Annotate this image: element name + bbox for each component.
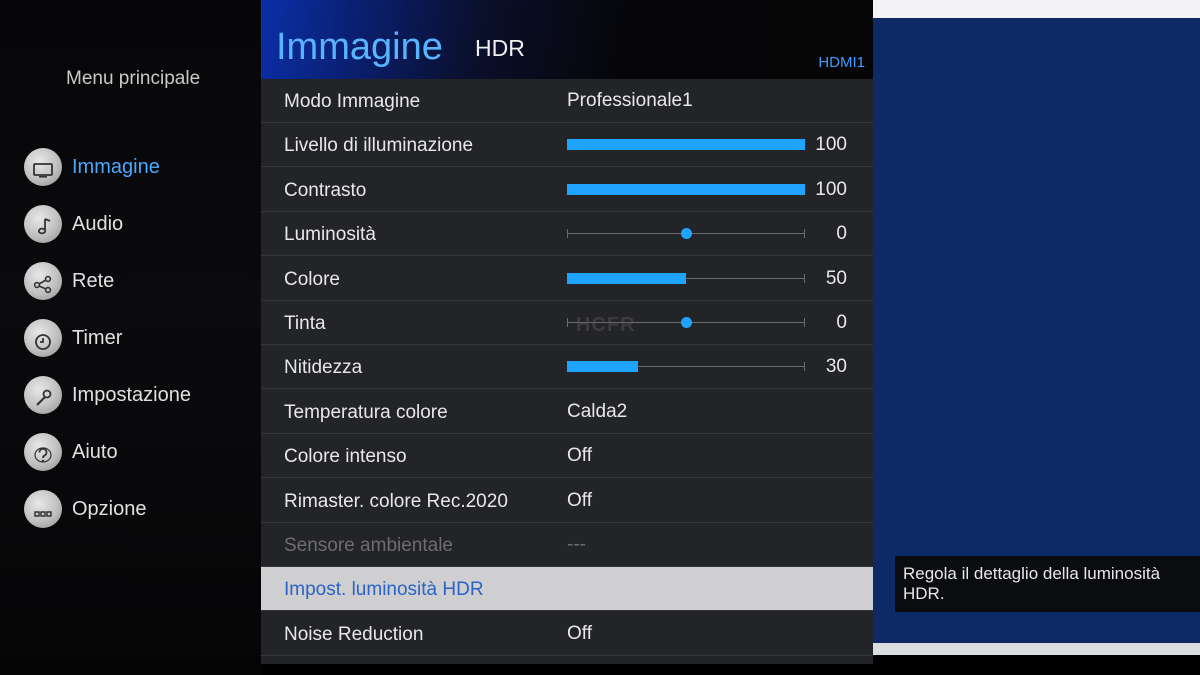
setting-row[interactable]: Temperatura colore Calda2 <box>261 390 873 434</box>
setting-value: Calda2 <box>567 401 628 422</box>
main-menu-item-timer[interactable]: Timer <box>24 318 122 358</box>
main-menu-item-label: Rete <box>72 269 115 292</box>
setting-slider[interactable] <box>567 228 805 239</box>
slider-knob[interactable] <box>681 228 692 239</box>
main-menu-item-label: Opzione <box>72 497 147 520</box>
main-menu-item-opzione[interactable]: Opzione <box>24 489 147 529</box>
setting-value: --- <box>567 534 586 555</box>
setting-value-number: 0 <box>836 312 847 333</box>
main-menu-item-label: Impostazione <box>72 383 191 406</box>
main-menu-item-immagine[interactable]: Immagine <box>24 147 160 187</box>
setting-label: Noise Reduction <box>284 624 424 645</box>
main-menu-item-aiuto[interactable]: Aiuto <box>24 432 118 472</box>
music-note-icon <box>24 205 62 243</box>
wrench-icon <box>24 376 62 414</box>
slider-fill <box>567 139 805 150</box>
preview-taskbar <box>873 643 1200 655</box>
options-dots-icon <box>24 490 62 528</box>
slider-track-start <box>567 318 568 327</box>
setting-label: Temperatura colore <box>284 402 448 423</box>
main-menu: Menu principale Immagine Audio Rete Timer Im… <box>0 0 262 675</box>
tv-icon <box>24 148 62 186</box>
slider-fill <box>567 273 686 284</box>
panel-subtitle: HDR <box>475 35 525 61</box>
help-icon <box>24 433 62 471</box>
setting-row[interactable]: Impost. luminosità HDR <box>261 567 873 611</box>
slider-track-end <box>804 362 805 371</box>
setting-value-number: 50 <box>825 268 847 289</box>
setting-label: Rimaster. colore Rec.2020 <box>284 491 508 512</box>
setting-value: Off <box>567 623 592 644</box>
slider-fill <box>567 361 639 372</box>
main-menu-item-impostazione[interactable]: Impostazione <box>24 375 191 415</box>
help-tooltip: Regola il dettaglio della luminosità HDR… <box>895 556 1200 612</box>
setting-row[interactable]: Tinta 0 <box>261 301 873 345</box>
setting-value-number: 30 <box>825 356 847 377</box>
setting-row[interactable]: Nitidezza 30 <box>261 345 873 389</box>
setting-row[interactable]: Rimaster. colore Rec.2020 Off <box>261 479 873 523</box>
setting-row[interactable]: Livello di illuminazione 100 <box>261 123 873 167</box>
setting-label: Livello di illuminazione <box>284 135 474 156</box>
setting-row[interactable]: Luminosità 0 <box>261 212 873 256</box>
setting-row[interactable]: Contrasto 100 <box>261 168 873 212</box>
setting-slider[interactable] <box>567 184 805 195</box>
setting-value-number: 100 <box>815 134 847 155</box>
setting-row: Sensore ambientale --- <box>261 523 873 567</box>
setting-row[interactable]: Noise Reduction Off <box>261 612 873 656</box>
setting-value-number: 0 <box>836 223 847 244</box>
setting-slider[interactable] <box>567 361 805 372</box>
setting-row[interactable]: Colore intenso Off <box>261 434 873 478</box>
main-menu-item-audio[interactable]: Audio <box>24 204 123 244</box>
main-menu-item-label: Audio <box>72 212 124 235</box>
setting-label: Nitidezza <box>284 357 363 378</box>
share-network-icon <box>24 262 62 300</box>
main-menu-item-rete[interactable]: Rete <box>24 261 114 301</box>
video-preview: Regola il dettaglio della luminosità HDR… <box>873 0 1200 675</box>
setting-value: Off <box>567 490 592 511</box>
slider-track-end <box>804 318 805 327</box>
setting-label: Modo Immagine <box>284 91 421 112</box>
setting-value-number: 100 <box>815 179 847 200</box>
setting-label: Colore <box>284 269 340 290</box>
slider-track-end <box>804 229 805 238</box>
setting-value: Off <box>567 445 592 466</box>
setting-label: Sensore ambientale <box>284 535 453 556</box>
settings-panel: Immagine HDR HDMI1 Modo Immagine Professi… <box>261 0 873 664</box>
watermark-logo: HCFR <box>576 314 636 336</box>
main-menu-item-label: Aiuto <box>72 440 118 463</box>
setting-label: Tinta <box>284 313 326 334</box>
main-menu-item-label: Timer <box>72 326 123 349</box>
setting-label: Luminosità <box>284 224 376 245</box>
panel-title: Immagine <box>276 26 443 68</box>
setting-label: Colore intenso <box>284 446 407 467</box>
setting-slider[interactable] <box>567 273 805 284</box>
slider-knob[interactable] <box>681 317 692 328</box>
slider-track-end <box>804 274 805 283</box>
clock-icon <box>24 319 62 357</box>
input-source-label: HDMI1 <box>818 54 865 71</box>
setting-value: Professionale1 <box>567 90 693 111</box>
main-menu-title: Menu principale <box>66 68 201 89</box>
slider-track-start <box>567 229 568 238</box>
setting-label: Impost. luminosità HDR <box>284 579 484 600</box>
preview-screen <box>873 18 1200 643</box>
setting-row[interactable]: Modo Immagine Professionale1 <box>261 79 873 123</box>
panel-header: Immagine HDR HDMI1 <box>261 0 873 79</box>
setting-row[interactable]: Colore 50 <box>261 257 873 301</box>
preview-window-topbar <box>873 0 1200 18</box>
setting-slider[interactable] <box>567 139 805 150</box>
setting-label: Contrasto <box>284 180 367 201</box>
main-menu-item-label: Immagine <box>72 155 160 178</box>
help-text: Regola il dettaglio della luminosità HDR… <box>903 564 1161 603</box>
slider-fill <box>567 184 805 195</box>
